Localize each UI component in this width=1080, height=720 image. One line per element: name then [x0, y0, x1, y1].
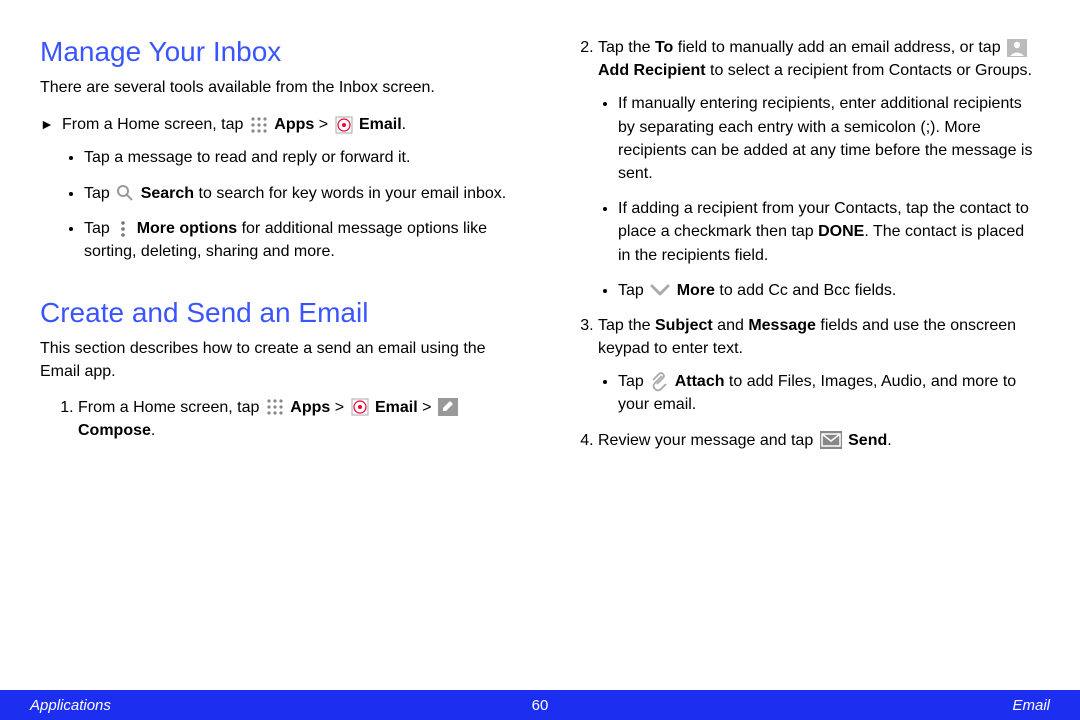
step-item: Tap the Subject and Message fields and u…: [598, 314, 1040, 417]
sub-bullet-item: Tap More to add Cc and Bcc fields.: [618, 279, 1040, 302]
email-icon: [335, 116, 353, 134]
right-column: Tap the To field to manually add an emai…: [560, 30, 1040, 464]
search-icon: [116, 184, 134, 202]
chevron-down-icon: [650, 282, 670, 298]
steps-list-left: From a Home screen, tap Apps > Email > C…: [78, 396, 520, 442]
footer-right: Email: [1012, 697, 1050, 714]
bullet-item: Tap a message to read and reply or forwa…: [84, 146, 520, 169]
arrow-icon: ►: [40, 113, 62, 136]
sub-bullet-item: If manually entering recipients, enter a…: [618, 92, 1040, 185]
step-item: From a Home screen, tap Apps > Email > C…: [78, 396, 520, 442]
compose-icon: [438, 398, 458, 416]
bullet-list: Tap a message to read and reply or forwa…: [84, 146, 520, 263]
step-item: Review your message and tap Send.: [598, 429, 1040, 452]
instruction-row: ► From a Home screen, tap Apps > Email.: [40, 113, 520, 136]
apps-icon: [250, 116, 268, 134]
heading-manage-inbox: Manage Your Inbox: [40, 36, 520, 68]
left-column: Manage Your Inbox There are several tool…: [40, 30, 520, 464]
instruction-text: From a Home screen, tap Apps > Email.: [62, 113, 520, 136]
sub-bullet-item: If adding a recipient from your Contacts…: [618, 197, 1040, 267]
more-options-icon: [116, 220, 130, 238]
footer-bar: Applications 60 Email: [0, 690, 1080, 720]
step-item: Tap the To field to manually add an emai…: [598, 36, 1040, 302]
email-icon: [351, 398, 369, 416]
apps-icon: [266, 398, 284, 416]
bullet-item: Tap More options for additional message …: [84, 217, 520, 263]
contact-icon: [1007, 39, 1027, 57]
attach-icon: [650, 372, 668, 392]
sub-bullets: Tap Attach to add Files, Images, Audio, …: [618, 370, 1040, 416]
intro-text-2: This section describes how to create a s…: [40, 337, 520, 383]
heading-create-send: Create and Send an Email: [40, 297, 520, 329]
sub-bullet-item: Tap Attach to add Files, Images, Audio, …: [618, 370, 1040, 416]
footer-left: Applications: [30, 697, 111, 714]
intro-text: There are several tools available from t…: [40, 76, 520, 99]
sub-bullets: If manually entering recipients, enter a…: [618, 92, 1040, 302]
steps-list-right: Tap the To field to manually add an emai…: [598, 36, 1040, 452]
send-icon: [820, 431, 842, 449]
bullet-item: Tap Search to search for key words in yo…: [84, 182, 520, 205]
page-number: 60: [532, 697, 549, 714]
